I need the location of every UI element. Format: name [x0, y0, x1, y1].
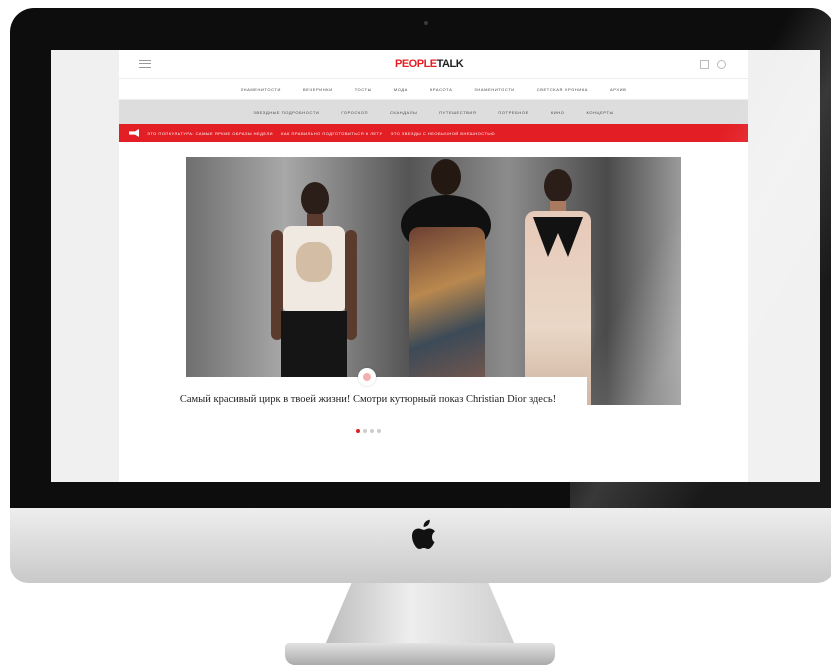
monitor-stand: [325, 583, 515, 645]
ticker-item[interactable]: ЭТО ЗВЕЗДЫ С НЕОБЫЧНОЙ ВНЕШНОСТЬЮ: [391, 131, 496, 136]
hero-caption-title[interactable]: Самый красивый цирк в твоей жизни! Смотр…: [169, 393, 567, 406]
ticker-item[interactable]: ЭТО ПОПКУЛЬТУРА: САМЫЕ ЯРКИЕ ОБРАЗЫ НЕДЕ…: [147, 131, 273, 136]
news-ticker: ЭТО ПОПКУЛЬТУРА: САМЫЕ ЯРКИЕ ОБРАЗЫ НЕДЕ…: [119, 124, 748, 142]
hero-image[interactable]: [186, 157, 681, 405]
slider-dot[interactable]: [376, 429, 381, 433]
subnav-item[interactable]: КОНЦЕРТЫ: [586, 110, 613, 115]
cart-icon[interactable]: [700, 60, 709, 69]
subnav-item[interactable]: ПУТЕШЕСТВИЯ: [439, 110, 476, 115]
apple-logo-icon: [412, 519, 435, 549]
model-figure-left: [271, 182, 361, 405]
nav-item[interactable]: МОДА: [394, 87, 408, 92]
slider-dot[interactable]: [362, 429, 367, 433]
web-page: PEOPLETALK ЗНАМЕНИТОСТИ ВЕЧЕРИНКИ ТОСТЫ …: [119, 50, 748, 482]
nav-item[interactable]: ЗНАМЕНИТОСТИ: [241, 87, 281, 92]
nav-item[interactable]: АРХИВ: [610, 87, 626, 92]
site-logo[interactable]: PEOPLETALK: [395, 58, 464, 70]
ticker-item[interactable]: КАК ПРАВИЛЬНО ПОДГОТОВИТЬСЯ К ЛЕТУ: [281, 131, 382, 136]
nav-item[interactable]: СВЕТСКАЯ ХРОНИКА: [537, 87, 588, 92]
menu-icon[interactable]: [139, 60, 151, 68]
megaphone-icon: [129, 129, 139, 137]
primary-nav: ЗНАМЕНИТОСТИ ВЕЧЕРИНКИ ТОСТЫ МОДА КРАСОТ…: [119, 79, 748, 100]
monitor-stand-base: [285, 643, 555, 665]
model-figure-right: [511, 169, 606, 405]
nav-item[interactable]: ВЕЧЕРИНКИ: [303, 87, 333, 92]
subnav-item[interactable]: КИНО: [551, 110, 565, 115]
header-icons: [700, 60, 726, 69]
secondary-nav: ЗВЕЗДНЫЕ ПОДРОБНОСТИ ГОРОСКОП СКАНДАЛЫ П…: [119, 100, 748, 124]
camera-icon: [424, 21, 428, 25]
imac-monitor: PEOPLETALK ЗНАМЕНИТОСТИ ВЕЧЕРИНКИ ТОСТЫ …: [10, 8, 831, 583]
subnav-item[interactable]: ПОТРЕБНОЕ: [498, 110, 528, 115]
subnav-item[interactable]: СКАНДАЛЫ: [390, 110, 417, 115]
nav-item[interactable]: ЗНАМЕНИТОСТИ: [474, 87, 514, 92]
slider-dot[interactable]: [355, 429, 360, 433]
search-icon[interactable]: [717, 60, 726, 69]
hero-caption-card[interactable]: Самый красивый цирк в твоей жизни! Смотр…: [149, 368, 587, 440]
slider-dots: [149, 429, 587, 433]
nav-item[interactable]: ТОСТЫ: [355, 87, 372, 92]
site-header: PEOPLETALK: [119, 50, 748, 79]
logo-part-2: TALK: [436, 58, 464, 70]
subnav-item[interactable]: ЗВЕЗДНЫЕ ПОДРОБНОСТИ: [253, 110, 319, 115]
slider-dot[interactable]: [369, 429, 374, 433]
logo-part-1: PEOPLE: [395, 58, 437, 70]
subnav-item[interactable]: ГОРОСКОП: [341, 110, 368, 115]
nav-item[interactable]: КРАСОТА: [430, 87, 452, 92]
model-figure-center: [391, 157, 501, 405]
display-screen: PEOPLETALK ЗНАМЕНИТОСТИ ВЕЧЕРИНКИ ТОСТЫ …: [51, 50, 820, 482]
category-badge-icon: [358, 368, 376, 386]
